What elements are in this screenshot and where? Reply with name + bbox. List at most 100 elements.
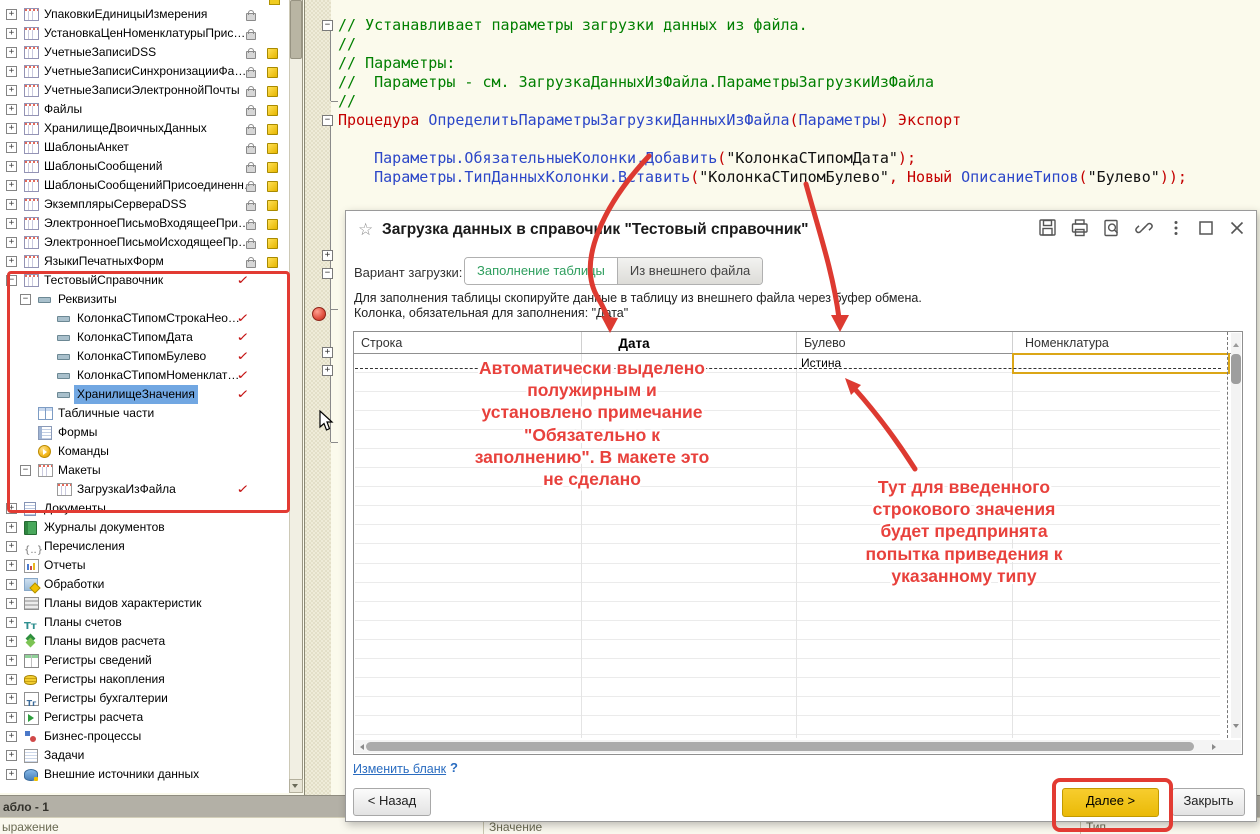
- expand-icon[interactable]: [6, 47, 17, 58]
- maximize-icon[interactable]: [1196, 218, 1216, 238]
- print-icon[interactable]: [1070, 218, 1090, 238]
- tree-item[interactable]: Регистры сведений: [0, 651, 288, 670]
- expand-icon[interactable]: [6, 598, 17, 609]
- tree-item[interactable]: Внешние источники данных: [0, 765, 288, 784]
- tree-item[interactable]: Отчеты: [0, 556, 288, 575]
- scroll-left-icon[interactable]: [357, 744, 364, 750]
- tree-item-label[interactable]: ЯзыкиПечатныхФорм: [44, 252, 164, 271]
- tree-scrollbar-thumb[interactable]: [290, 0, 302, 59]
- tree-item[interactable]: ШаблоныСообщений: [0, 157, 288, 176]
- close-button[interactable]: Закрыть: [1172, 788, 1245, 816]
- expand-icon[interactable]: [6, 199, 17, 210]
- tree-item[interactable]: Обработки: [0, 575, 288, 594]
- expand-icon[interactable]: [6, 560, 17, 571]
- tree-item-label[interactable]: УчетныеЗаписиDSS: [44, 43, 156, 62]
- tree-item[interactable]: ШаблоныСообщенийПрисоединенн…: [0, 176, 288, 195]
- column-header-boolean[interactable]: Булево: [804, 336, 846, 351]
- change-form-link[interactable]: Изменить бланк: [353, 761, 446, 777]
- expand-icon[interactable]: [6, 522, 17, 533]
- tree-item[interactable]: Планы видов характеристик: [0, 594, 288, 613]
- tree-item-label[interactable]: УпаковкиЕдиницыИзмерения: [44, 5, 207, 24]
- scroll-up-icon[interactable]: [1233, 340, 1239, 347]
- tree-item[interactable]: Планы видов расчета: [0, 632, 288, 651]
- column-header-date[interactable]: Дата: [584, 336, 684, 351]
- expand-icon[interactable]: [6, 674, 17, 685]
- tree-item-label[interactable]: Внешние источники данных: [44, 765, 199, 784]
- tree-item[interactable]: ЭлектронноеПисьмоВходящееПри…: [0, 214, 288, 233]
- tree-item-label[interactable]: Планы счетов: [44, 613, 122, 632]
- tree-item-label[interactable]: Задачи: [44, 746, 84, 765]
- tree-item[interactable]: ЭлектронноеПисьмоИсходящееПр…: [0, 233, 288, 252]
- tree-item[interactable]: Файлы: [0, 100, 288, 119]
- tree-item-label[interactable]: ХранилищеДвоичныхДанных: [44, 119, 207, 138]
- tree-item-label[interactable]: Файлы: [44, 100, 82, 119]
- favorite-star-icon[interactable]: ☆: [358, 220, 373, 240]
- tree-item[interactable]: Задачи: [0, 746, 288, 765]
- fold-collapse-icon[interactable]: [322, 115, 333, 126]
- tree-item[interactable]: УчетныеЗаписиЭлектроннойПочты: [0, 81, 288, 100]
- tree-item-label[interactable]: Регистры бухгалтерии: [44, 689, 168, 708]
- expand-icon[interactable]: [6, 693, 17, 704]
- more-icon[interactable]: [1166, 218, 1186, 238]
- fold-expand-icon[interactable]: [322, 347, 333, 358]
- table-vertical-scrollbar-thumb[interactable]: [1231, 354, 1241, 384]
- tree-item-label[interactable]: Регистры накопления: [44, 670, 165, 689]
- expand-icon[interactable]: [6, 750, 17, 761]
- tree-item[interactable]: ШаблоныАнкет: [0, 138, 288, 157]
- tree-item[interactable]: ЭкземплярыСервераDSS: [0, 195, 288, 214]
- tree-item-label[interactable]: ШаблоныАнкет: [44, 138, 129, 157]
- tree-item[interactable]: Планы счетов: [0, 613, 288, 632]
- expand-icon[interactable]: [6, 237, 17, 248]
- scroll-right-icon[interactable]: [1212, 744, 1219, 750]
- column-header-string[interactable]: Строка: [361, 336, 402, 351]
- tree-item-label[interactable]: Регистры расчета: [44, 708, 143, 727]
- fold-expand-icon[interactable]: [322, 365, 333, 376]
- close-icon[interactable]: [1227, 218, 1247, 238]
- tree-scroll-down-icon[interactable]: [289, 779, 303, 793]
- expand-icon[interactable]: [6, 180, 17, 191]
- expand-icon[interactable]: [6, 85, 17, 96]
- expand-icon[interactable]: [6, 256, 17, 267]
- tree-item-label[interactable]: Планы видов характеристик: [44, 594, 201, 613]
- tree-item-label[interactable]: УчетныеЗаписиЭлектроннойПочты: [44, 81, 240, 100]
- expand-icon[interactable]: [6, 66, 17, 77]
- fold-expand-icon[interactable]: [322, 250, 333, 261]
- expand-icon[interactable]: [6, 731, 17, 742]
- expand-icon[interactable]: [6, 541, 17, 552]
- save-icon[interactable]: [1038, 218, 1058, 238]
- expand-icon[interactable]: [6, 104, 17, 115]
- fold-collapse-icon[interactable]: [322, 20, 333, 31]
- tree-item[interactable]: УчетныеЗаписиСинхронизацииФа…: [0, 62, 288, 81]
- tree-item-label[interactable]: ШаблоныСообщенийПрисоединенн…: [44, 176, 256, 195]
- back-button[interactable]: < Назад: [353, 788, 431, 816]
- expand-icon[interactable]: [6, 655, 17, 666]
- tree-item-label[interactable]: ШаблоныСообщений: [44, 157, 162, 176]
- tree-item[interactable]: Журналы документов: [0, 518, 288, 537]
- expand-icon[interactable]: [6, 636, 17, 647]
- fold-collapse-icon[interactable]: [322, 268, 333, 279]
- tree-item-label[interactable]: ЭкземплярыСервераDSS: [44, 195, 187, 214]
- tree-item-label[interactable]: УчетныеЗаписиСинхронизацииФа…: [44, 62, 246, 81]
- help-link[interactable]: ?: [450, 760, 458, 776]
- expand-icon[interactable]: [6, 218, 17, 229]
- table-horizontal-scrollbar-thumb[interactable]: [366, 742, 1194, 751]
- tree-item[interactable]: Бизнес-процессы: [0, 727, 288, 746]
- expand-icon[interactable]: [6, 579, 17, 590]
- table-vertical-scrollbar[interactable]: [1231, 333, 1241, 738]
- breakpoint-icon[interactable]: [312, 307, 326, 321]
- tree-item-label[interactable]: Бизнес-процессы: [44, 727, 141, 746]
- tree-item-label[interactable]: Обработки: [44, 575, 104, 594]
- tree-item[interactable]: Регистры накопления: [0, 670, 288, 689]
- tree-item[interactable]: ЯзыкиПечатныхФорм: [0, 252, 288, 271]
- tree-item[interactable]: Регистры расчета: [0, 708, 288, 727]
- expand-icon[interactable]: [6, 617, 17, 628]
- expand-icon[interactable]: [6, 9, 17, 20]
- tree-item-label[interactable]: Отчеты: [44, 556, 85, 575]
- column-header-nomenclature[interactable]: Номенклатура: [1025, 336, 1109, 351]
- tree-scrollbar[interactable]: [289, 0, 302, 791]
- expand-icon[interactable]: [6, 28, 17, 39]
- code-editor[interactable]: // Устанавливает параметры загрузки данн…: [338, 16, 1258, 187]
- tree-item[interactable]: УпаковкиЕдиницыИзмерения: [0, 5, 288, 24]
- expand-icon[interactable]: [6, 123, 17, 134]
- tree-item[interactable]: Регистры бухгалтерии: [0, 689, 288, 708]
